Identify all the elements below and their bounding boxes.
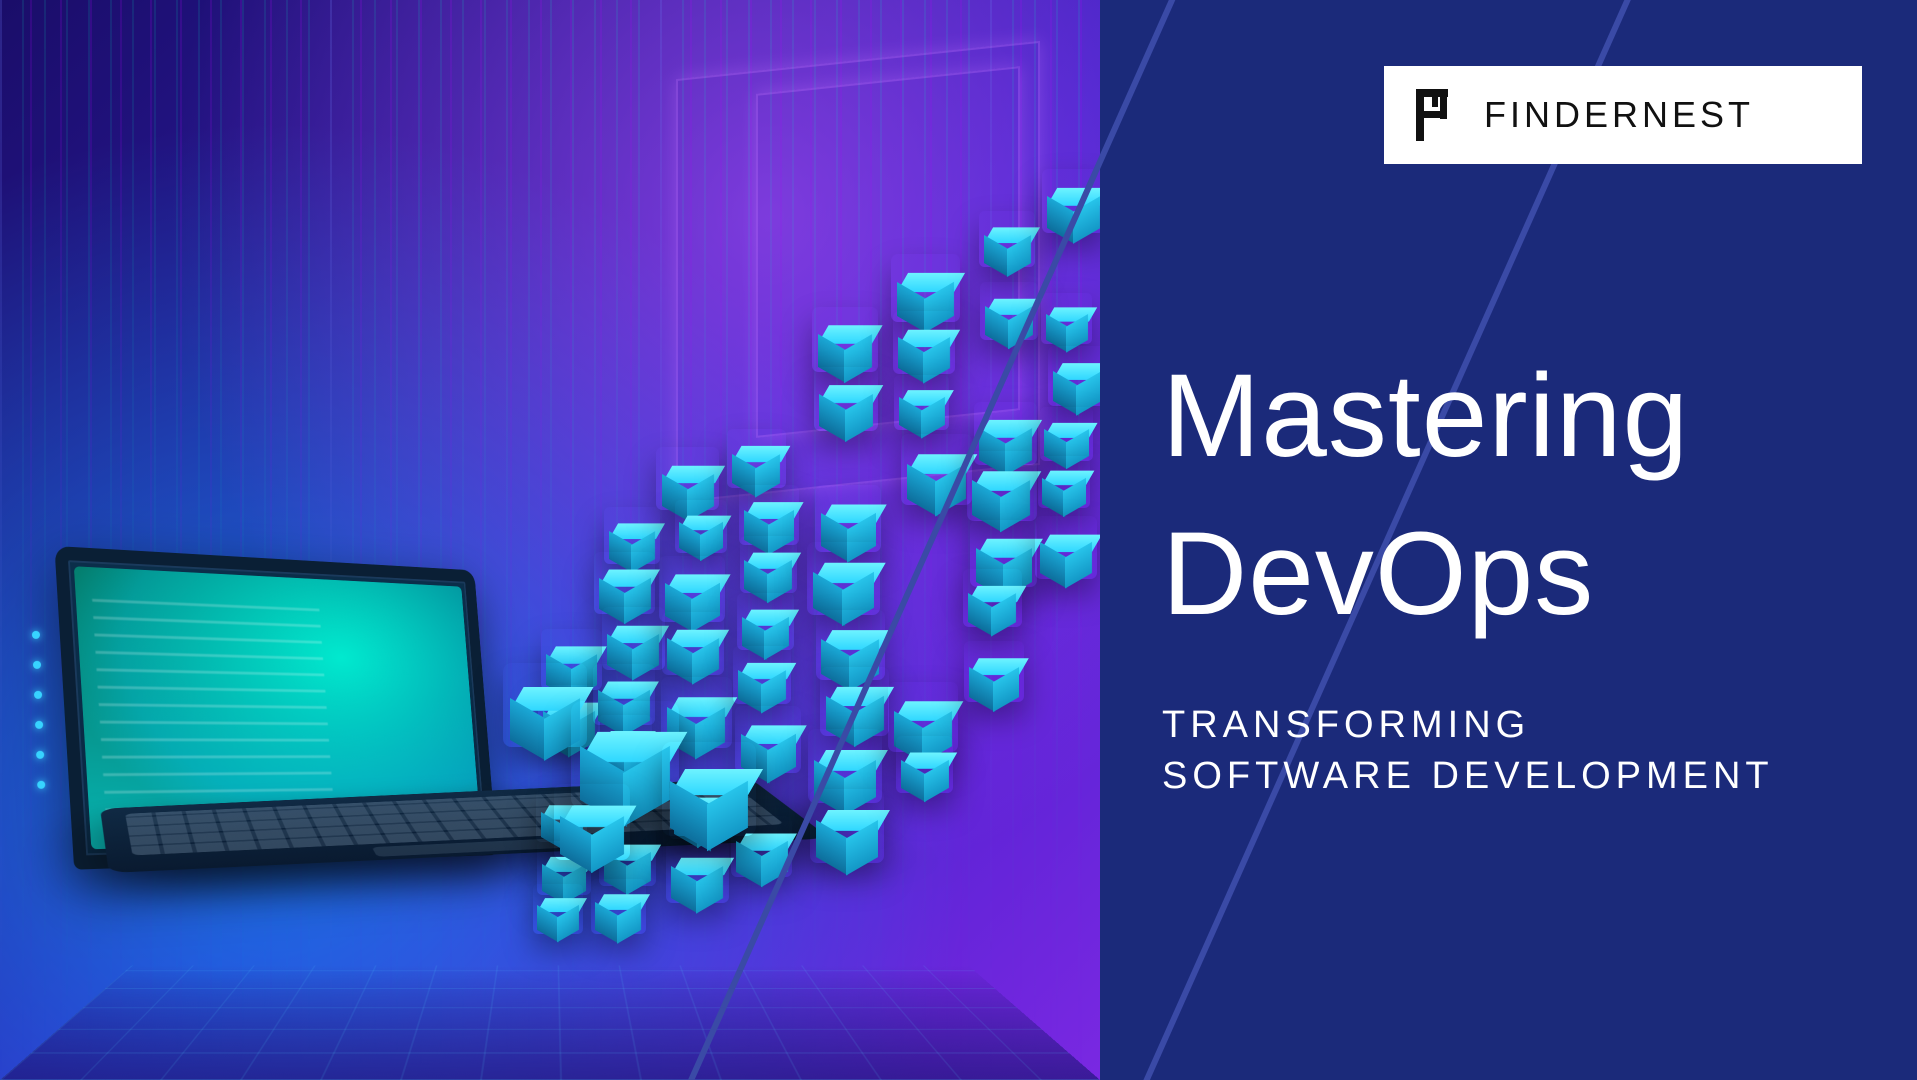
brand-name: FINDERNEST — [1484, 94, 1754, 136]
headline-line-1: Mastering — [1162, 346, 1877, 488]
text-panel: FINDERNEST Mastering DevOps TRANSFORMING… — [1100, 0, 1917, 1080]
code-lines — [92, 596, 335, 829]
headline-line-2: DevOps — [1162, 504, 1877, 646]
floor-grid — [0, 966, 1100, 1080]
subheadline: TRANSFORMING SOFTWARE DEVELOPMENT — [1162, 700, 1857, 803]
subhead-line-2: SOFTWARE DEVELOPMENT — [1162, 751, 1857, 802]
hero-illustration — [0, 0, 1100, 1080]
brand-mark-icon — [1410, 87, 1460, 143]
brand-card: FINDERNEST — [1384, 66, 1862, 164]
headline: Mastering DevOps — [1162, 346, 1877, 645]
laptop-illustration — [63, 520, 638, 969]
wireframe-frames — [480, 60, 1040, 580]
subhead-line-1: TRANSFORMING — [1162, 700, 1857, 751]
promo-slide: FINDERNEST Mastering DevOps TRANSFORMING… — [0, 0, 1917, 1080]
